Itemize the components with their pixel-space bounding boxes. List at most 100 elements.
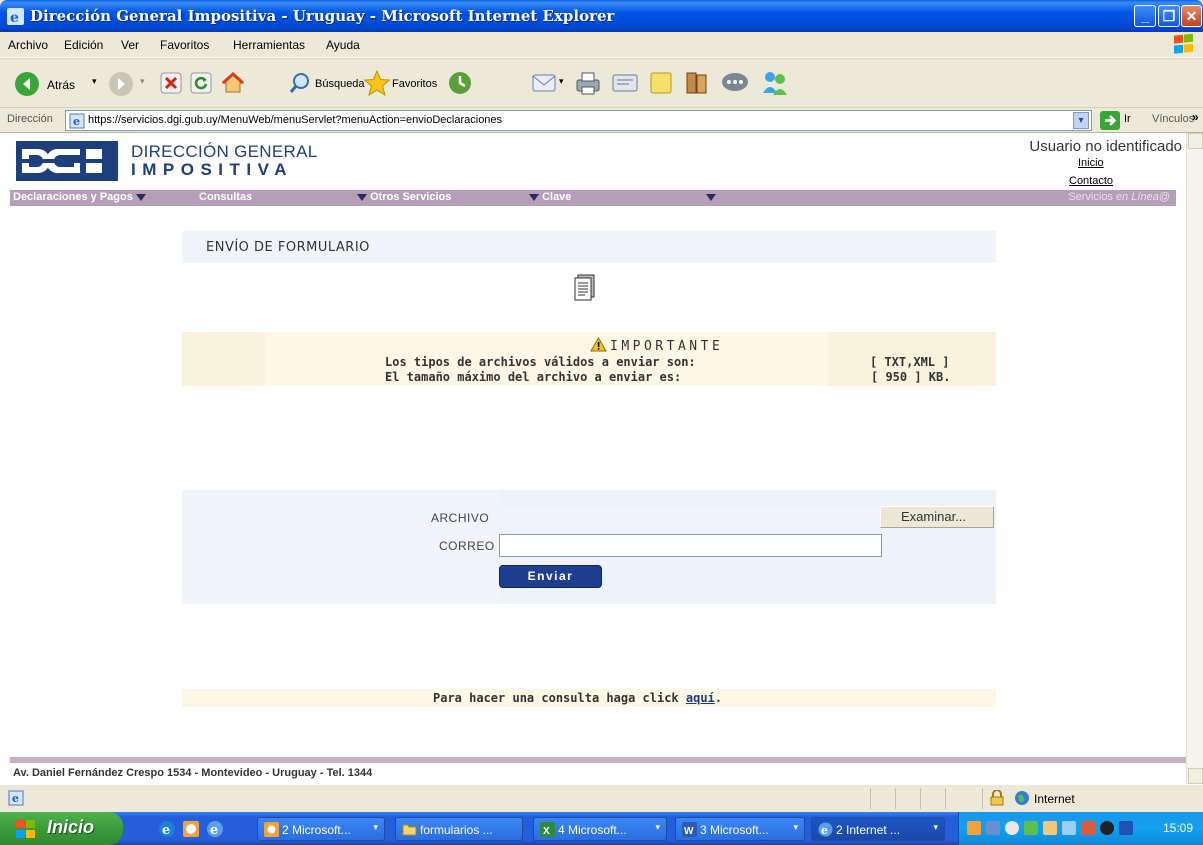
quicklaunch-outlook-icon[interactable] bbox=[182, 820, 200, 838]
quicklaunch-ie-icon[interactable]: e bbox=[158, 820, 176, 838]
nav-consultas[interactable]: Consultas bbox=[199, 191, 252, 203]
email-field[interactable] bbox=[499, 534, 882, 557]
user-status: Usuario no identificado bbox=[1029, 138, 1182, 155]
browse-button[interactable]: Examinar... bbox=[880, 506, 994, 528]
tray-network-icon[interactable] bbox=[986, 821, 1000, 835]
footer-divider bbox=[10, 757, 1186, 763]
svg-text:e: e bbox=[73, 115, 80, 128]
links-chevron-icon[interactable]: » bbox=[1192, 110, 1199, 124]
edit-icon[interactable] bbox=[611, 71, 639, 95]
close-button[interactable]: ✕ bbox=[1181, 5, 1202, 27]
security-zone: Internet bbox=[1034, 792, 1075, 806]
task-button-excel[interactable]: X 4 Microsoft... ▾ bbox=[533, 817, 667, 841]
page-status-icon: e bbox=[8, 790, 24, 806]
valid-types-label: Los tipos de archivos válidos a enviar s… bbox=[385, 355, 696, 369]
research-icon[interactable] bbox=[684, 69, 712, 97]
search-icon[interactable] bbox=[288, 71, 312, 95]
tray-media-icon[interactable] bbox=[1100, 821, 1114, 835]
history-icon[interactable] bbox=[447, 70, 473, 96]
maximize-button[interactable]: ❐ bbox=[1158, 5, 1180, 27]
send-button[interactable]: Enviar bbox=[499, 565, 602, 588]
tray-antivirus-icon[interactable] bbox=[1081, 821, 1095, 835]
menu-herramientas[interactable]: Herramientas bbox=[233, 38, 305, 52]
nav-declaraciones[interactable]: Declaraciones y Pagos bbox=[13, 191, 146, 203]
tray-sync-icon[interactable] bbox=[1043, 821, 1057, 835]
menu-ver[interactable]: Ver bbox=[121, 38, 139, 52]
messenger-chat-icon[interactable] bbox=[720, 70, 750, 96]
folder-icon bbox=[402, 824, 417, 836]
home-icon[interactable] bbox=[220, 70, 246, 96]
status-bar: e Internet bbox=[0, 784, 1203, 812]
taskbar: Inicio e e 2 Microsoft... ▾ formularios … bbox=[0, 812, 1203, 845]
messenger-icon[interactable] bbox=[760, 69, 790, 97]
scroll-down-icon[interactable] bbox=[1188, 768, 1203, 784]
tray-vpn-icon[interactable] bbox=[1119, 821, 1133, 835]
favorites-button-label[interactable]: Favoritos bbox=[392, 78, 437, 90]
menu-favoritos[interactable]: Favoritos bbox=[160, 38, 209, 52]
menu-bar: Archivo Edición Ver Favoritos Herramient… bbox=[0, 32, 1203, 58]
page-icon: e bbox=[69, 113, 85, 129]
org-name-line1: DIRECCIÓN GENERAL bbox=[131, 142, 318, 161]
minimize-button[interactable]: _ bbox=[1134, 5, 1156, 27]
start-button[interactable]: Inicio bbox=[0, 812, 123, 845]
forward-icon[interactable] bbox=[108, 71, 134, 97]
back-dropdown-icon[interactable]: ▾ bbox=[92, 76, 97, 87]
back-button-label[interactable]: Atrás bbox=[47, 78, 75, 92]
mail-icon[interactable] bbox=[531, 72, 559, 94]
task-button-outlook[interactable]: 2 Microsoft... ▾ bbox=[257, 817, 385, 841]
address-input[interactable]: e https://servicios.dgi.gub.uy/MenuWeb/m… bbox=[65, 110, 1092, 131]
address-label: Dirección bbox=[7, 113, 53, 125]
window-title-bar[interactable]: e Dirección General Impositiva - Uruguay… bbox=[0, 0, 1203, 32]
quicklaunch-browser-icon[interactable]: e bbox=[206, 820, 224, 838]
forward-dropdown-icon[interactable]: ▾ bbox=[140, 76, 145, 87]
discuss-icon[interactable] bbox=[648, 70, 674, 96]
task-button-word[interactable]: W 3 Microsoft... ▾ bbox=[675, 817, 805, 841]
clock[interactable]: 15:09 bbox=[1163, 821, 1193, 835]
mail-dropdown-icon[interactable]: ▾ bbox=[559, 76, 564, 87]
menu-edicion[interactable]: Edición bbox=[64, 38, 103, 52]
svg-text:e: e bbox=[12, 792, 19, 805]
max-size-label: El tamaño máximo del archivo a enviar es… bbox=[385, 370, 682, 384]
nav-otros-servicios[interactable]: Otros Servicios bbox=[357, 191, 451, 203]
document-icon bbox=[574, 274, 595, 301]
start-label: Inicio bbox=[47, 817, 95, 837]
vertical-scrollbar[interactable] bbox=[1186, 133, 1203, 784]
menu-ayuda[interactable]: Ayuda bbox=[326, 38, 360, 52]
go-label: Ir bbox=[1124, 113, 1131, 125]
links-label[interactable]: Vínculos bbox=[1152, 113, 1194, 125]
org-name-line2: IMPOSITIVA bbox=[131, 160, 293, 179]
page-content: DIRECCIÓN GENERAL IMPOSITIVA Usuario no … bbox=[0, 133, 1186, 784]
nav-clave[interactable]: Clave bbox=[529, 191, 571, 203]
task-dropdown-icon: ▾ bbox=[655, 822, 660, 832]
go-button[interactable]: Ir bbox=[1100, 110, 1145, 131]
stop-icon[interactable] bbox=[160, 72, 182, 94]
dgi-logo bbox=[16, 141, 118, 181]
task-button-internet-explorer[interactable]: e 2 Internet ... ▾ bbox=[811, 817, 945, 841]
toolbar: Atrás ▾ ▾ Búsqueda Favoritos ▾ bbox=[0, 58, 1203, 108]
refresh-icon[interactable] bbox=[190, 72, 212, 94]
close-icon: ✕ bbox=[1185, 8, 1198, 24]
tray-messenger-icon[interactable] bbox=[1024, 821, 1038, 835]
scroll-up-icon[interactable] bbox=[1188, 133, 1203, 149]
address-dropdown-icon[interactable]: ▾ bbox=[1073, 112, 1089, 129]
link-inicio[interactable]: Inicio bbox=[1078, 157, 1104, 169]
tray-speaker-icon[interactable] bbox=[1005, 821, 1019, 835]
link-contacto[interactable]: Contacto bbox=[1069, 175, 1113, 187]
back-icon[interactable] bbox=[14, 71, 40, 97]
correo-label: CORREO bbox=[439, 539, 495, 553]
go-arrow-icon bbox=[1100, 111, 1120, 130]
search-button-label[interactable]: Búsqueda bbox=[315, 78, 365, 90]
windows-logo-icon bbox=[16, 820, 35, 838]
tray-outlook-icon[interactable] bbox=[967, 821, 981, 835]
favorites-star-icon[interactable] bbox=[363, 69, 391, 97]
valid-types-value: [ TXT,XML ] bbox=[870, 355, 950, 369]
nav-more[interactable] bbox=[706, 191, 716, 203]
print-icon[interactable] bbox=[574, 70, 602, 96]
file-path-input[interactable] bbox=[499, 507, 879, 528]
menu-archivo[interactable]: Archivo bbox=[8, 38, 48, 52]
chevron-down-icon bbox=[357, 193, 367, 201]
tray-display-icon[interactable] bbox=[1062, 821, 1076, 835]
consult-link[interactable]: aquí bbox=[686, 691, 715, 705]
max-size-value: [ 950 ] KB. bbox=[871, 370, 951, 384]
task-button-folder[interactable]: formularios ... bbox=[395, 817, 523, 841]
